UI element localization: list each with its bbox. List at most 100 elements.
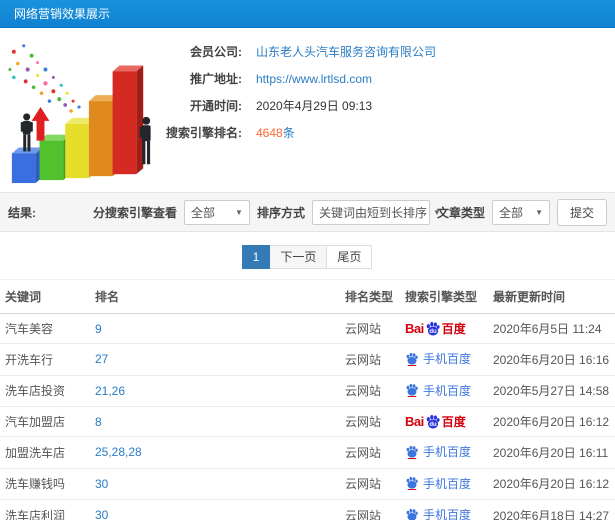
update-time-cell: 2020年6月20日 16:16 [488, 343, 615, 376]
rank-value-link[interactable]: 30 [95, 477, 108, 491]
baidu-paw-icon [406, 352, 418, 366]
open-time-label: 开通时间: [190, 99, 242, 113]
col-header-update-time: 最新更新时间 [488, 279, 615, 314]
article-type-value: 全部 [498, 205, 523, 220]
rank-type-cell: 云网站 [340, 406, 400, 437]
rank-type-cell: 云网站 [340, 375, 400, 407]
rank-type-cell: 云网站 [340, 343, 400, 376]
open-time-value: 2020年4月29日 09:13 [256, 99, 373, 113]
rank-value-link[interactable]: 25,28,28 [95, 445, 142, 459]
baidu-paw-icon [406, 383, 418, 397]
engine-filter-label: 分搜索引擎查看 [92, 205, 177, 220]
baidu-paw-icon [406, 508, 418, 520]
table-row: 洗车店投资 21,26 云网站 手机百度 2020年5月27日 14:58 [0, 375, 615, 407]
page-title-bar: 网络营销效果展示 [0, 0, 615, 28]
rank-cell: 9 [90, 313, 340, 344]
rank-value-link[interactable]: 27 [95, 352, 108, 366]
col-header-engine-type: 搜索引擎类型 [400, 279, 488, 314]
submit-button[interactable]: 提交 [556, 198, 607, 226]
chevron-down-icon: ▼ [535, 207, 543, 217]
article-type-label: 文章类型 [436, 205, 485, 220]
pagination-next-button[interactable]: 下一页 [269, 245, 328, 269]
info-row-url: 推广地址: https://www.lrtlsd.com [160, 65, 436, 92]
mobile-baidu-logo: 手机百度 [405, 350, 471, 367]
engine-type-cell: 手机百度 [400, 375, 488, 407]
promo-url-label: 推广地址: [190, 72, 242, 86]
engine-filter-value: 全部 [190, 205, 215, 220]
rank-value-link[interactable]: 30 [95, 508, 108, 520]
engine-type-cell: 手机百度 [400, 436, 488, 469]
update-time-cell: 2020年6月20日 16:11 [488, 436, 615, 469]
page-title: 网络营销效果展示 [14, 7, 111, 21]
engine-type-cell: 手机百度 [400, 343, 488, 376]
col-header-keyword: 关键词 [0, 279, 90, 314]
baidu-paw-icon [406, 445, 418, 459]
table-row: 汽车加盟店 8 云网站 Bai du 百度 2020年6月20日 16:12 [0, 406, 615, 437]
table-row: 洗车店利润 30 云网站 手机百度 2020年6月18日 14:27 [0, 499, 615, 520]
svg-text:du: du [429, 422, 437, 428]
businessman-left [20, 113, 33, 152]
result-label: 结果: [8, 205, 36, 220]
engine-rank-count: 4648 [256, 126, 283, 140]
table-row: 洗车赚钱吗 30 云网站 手机百度 2020年6月20日 16:12 [0, 468, 615, 500]
engine-type-cell: Bai du 百度 [400, 406, 488, 437]
engine-type-cell: Bai du 百度 [400, 313, 488, 344]
baidu-logo: Bai du 百度 [405, 321, 466, 336]
rank-type-cell: 云网站 [340, 468, 400, 500]
table-body: 汽车美容 9 云网站 Bai du 百度 2020年6月5日 11:24 开洗车行 27 云网站手… [0, 313, 615, 520]
page: 网络营销效果展示 会员公司: 山东老人头汽车服务咨询有限公司 推广地址: htt… [0, 0, 615, 520]
filter-bar: 结果: 分搜索引擎查看 全部 ▼ 排序方式 关键词由短到长排序 ▼ 文章类型 全… [0, 192, 615, 232]
info-section: 会员公司: 山东老人头汽车服务咨询有限公司 推广地址: https://www.… [0, 28, 615, 192]
sort-select[interactable]: 关键词由短到长排序 ▼ [311, 199, 441, 225]
keyword-cell: 汽车美容 [0, 313, 90, 344]
update-time-cell: 2020年6月20日 16:12 [488, 406, 615, 437]
mobile-baidu-logo: 手机百度 [405, 382, 471, 399]
keyword-cell: 洗车店投资 [0, 375, 90, 407]
pagination-page-1[interactable]: 1 [241, 245, 271, 269]
rank-cell: 25,28,28 [90, 436, 340, 469]
pagination: 1 下一页 尾页 [0, 245, 615, 269]
col-header-rank-type: 排名类型 [340, 279, 400, 314]
baidu-paw-icon: du [426, 414, 440, 428]
info-row-member: 会员公司: 山东老人头汽车服务咨询有限公司 [160, 38, 436, 65]
col-header-rank: 排名 [90, 279, 340, 314]
table-row: 汽车美容 9 云网站 Bai du 百度 2020年6月5日 11:24 [0, 313, 615, 344]
mobile-baidu-logo: 手机百度 [405, 443, 471, 460]
engine-filter-select[interactable]: 全部 ▼ [183, 199, 250, 225]
engine-rank-label: 搜索引擎排名: [166, 126, 242, 140]
baidu-logo: Bai du 百度 [405, 414, 466, 429]
promo-url-link[interactable]: https://www.lrtlsd.com [256, 72, 372, 86]
svg-text:du: du [429, 329, 437, 335]
rank-type-cell: 云网站 [340, 313, 400, 344]
keyword-cell: 汽车加盟店 [0, 406, 90, 437]
pagination-last-button[interactable]: 尾页 [326, 245, 373, 269]
update-time-cell: 2020年6月20日 16:12 [488, 468, 615, 500]
rank-cell: 27 [90, 343, 340, 376]
engine-type-cell: 手机百度 [400, 468, 488, 500]
update-time-cell: 2020年5月27日 14:58 [488, 375, 615, 407]
info-row-engine-rank: 搜索引擎排名: 4648条 [160, 119, 436, 146]
member-company-link[interactable]: 山东老人头汽车服务咨询有限公司 [256, 45, 436, 59]
table-header-row: 关键词 排名 排名类型 搜索引擎类型 最新更新时间 [0, 279, 615, 314]
confetti-dots [8, 44, 81, 113]
update-time-cell: 2020年6月5日 11:24 [488, 313, 615, 344]
mobile-baidu-logo: 手机百度 [405, 475, 471, 492]
update-time-cell: 2020年6月18日 14:27 [488, 499, 615, 520]
company-info: 会员公司: 山东老人头汽车服务咨询有限公司 推广地址: https://www.… [160, 38, 436, 146]
table-row: 开洗车行 27 云网站 手机百度 2020年6月20日 16:16 [0, 343, 615, 376]
rank-value-link[interactable]: 8 [95, 415, 102, 429]
rank-type-cell: 云网站 [340, 499, 400, 520]
engine-rank-unit: 条 [282, 126, 295, 140]
rank-cell: 8 [90, 406, 340, 437]
rank-cell: 30 [90, 468, 340, 500]
sort-label: 排序方式 [256, 205, 305, 220]
article-type-select[interactable]: 全部 ▼ [491, 199, 550, 225]
baidu-paw-icon [406, 476, 418, 490]
mobile-baidu-logo: 手机百度 [405, 506, 471, 520]
keyword-cell: 洗车店利润 [0, 499, 90, 520]
info-row-open-time: 开通时间: 2020年4月29日 09:13 [160, 92, 436, 119]
rank-value-link[interactable]: 21,26 [95, 384, 125, 398]
sort-value: 关键词由短到长排序 [318, 205, 427, 220]
rank-cell: 21,26 [90, 375, 340, 407]
rank-value-link[interactable]: 9 [95, 322, 102, 336]
